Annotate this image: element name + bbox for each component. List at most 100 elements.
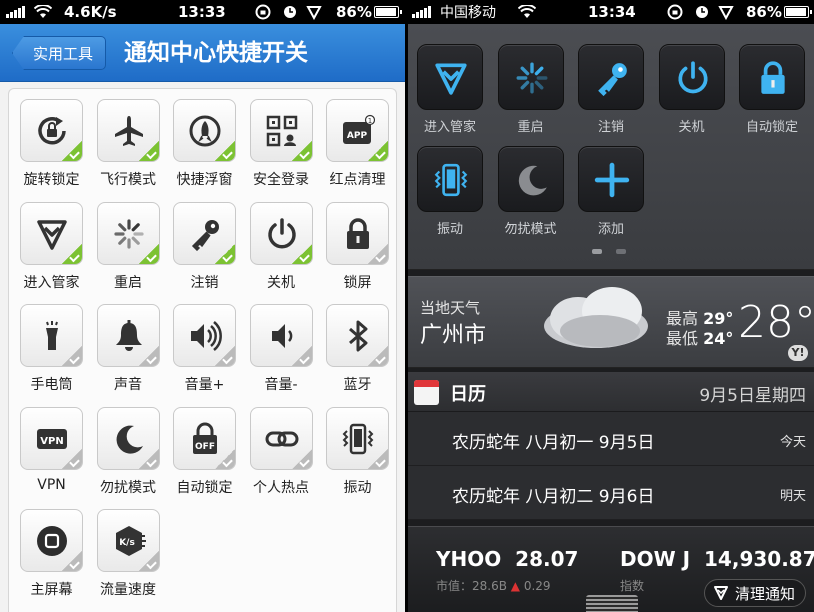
weather-widget[interactable]: 当地天气 广州市 最高 29° 最低 24° 28° Y! — [408, 276, 814, 368]
carrier-name: 中国移动 — [440, 5, 496, 21]
title-bar: 实用工具 通知中心快捷开关 — [0, 24, 405, 82]
quick-toggles-widget: 进入管家 重启 注销 关机 自动锁定振动 勿扰模式 添加 — [408, 24, 814, 270]
link-icon — [249, 406, 313, 470]
check-badge-icon — [61, 140, 82, 161]
nc-toggle-label: 振动 — [436, 222, 463, 237]
nc-toggle[interactable]: 注销 — [576, 44, 646, 139]
tool-tile[interactable]: K/s 流量速度 — [90, 502, 167, 604]
tool-tile[interactable]: 飞行模式 — [90, 92, 167, 194]
tool-tile[interactable]: 关机 — [243, 195, 320, 297]
plus-icon — [578, 146, 644, 212]
stock-dowj-sub: 指数 — [620, 579, 645, 593]
stock-yhoo-sub: 市值：28.6B ▲ 0.29 — [436, 579, 551, 593]
rocket-icon — [173, 99, 236, 162]
check-badge-icon — [137, 550, 159, 571]
svg-text:APP: APP — [347, 131, 368, 141]
nc-toggle[interactable]: 关机 — [657, 44, 727, 139]
tool-tile[interactable]: 振动 — [319, 400, 396, 502]
shield-icon — [20, 201, 83, 265]
check-badge-icon — [290, 242, 312, 264]
nc-toggle-label: 重启 — [517, 120, 544, 135]
wifi-icon — [34, 0, 52, 24]
calendar-event[interactable]: 农历蛇年 八月初一 9月5日 今天 — [408, 412, 814, 466]
stock-yhoo: YHOO 28.07 — [436, 547, 579, 571]
weather-label: 当地天气 — [420, 299, 481, 317]
check-badge-icon — [367, 140, 388, 161]
tool-tile[interactable]: 快捷浮窗 — [166, 92, 243, 194]
yahoo-logo: Y! — [788, 345, 808, 361]
rotation-lock-status-icon — [666, 0, 684, 24]
check-badge-icon — [137, 345, 159, 366]
nc-toggle-label: 关机 — [678, 120, 705, 135]
nc-toggle[interactable]: 重启 — [496, 44, 566, 139]
calendar-header: 日历 9月5日星期四 — [408, 372, 814, 412]
drag-handle[interactable] — [586, 595, 638, 612]
tool-tile[interactable]: 音量- — [243, 297, 320, 399]
stocks-widget[interactable]: YHOO 28.07 市值：28.6B ▲ 0.29 DOW J 14,930.… — [408, 526, 814, 612]
shield-icon — [713, 586, 728, 600]
check-badge-icon — [61, 447, 82, 469]
key-icon — [578, 44, 644, 110]
weather-city: 广州市 — [420, 323, 487, 348]
check-badge-icon — [61, 242, 82, 264]
page-indicator[interactable] — [592, 249, 626, 254]
location-icon — [306, 0, 322, 24]
nc-toggle[interactable]: 自动锁定 — [737, 44, 807, 139]
tool-tile[interactable]: 手电筒 — [13, 297, 90, 399]
tool-tile[interactable]: 蓝牙 — [319, 297, 396, 399]
tool-tile[interactable]: 旋转锁定 — [13, 92, 90, 194]
check-badge-icon — [137, 447, 159, 469]
check-badge-icon — [290, 345, 312, 366]
nc-toggle[interactable]: 添加 — [576, 146, 646, 241]
key-icon — [173, 201, 236, 265]
tool-label: 流量速度 — [100, 582, 156, 598]
clock: 13:33 — [178, 3, 226, 21]
event-text: 农历蛇年 八月初二 9月6日 — [452, 487, 655, 507]
tool-tile[interactable]: 个人热点 — [243, 400, 320, 502]
event-day: 明天 — [779, 489, 806, 504]
calendar-title: 日历 — [450, 384, 486, 405]
flashlight-icon — [20, 304, 83, 367]
volume-up-icon — [173, 304, 236, 367]
tool-tile[interactable]: APP 1 红点清理 — [319, 92, 396, 194]
check-badge-icon — [137, 242, 159, 264]
tool-tile[interactable]: 声音 — [90, 297, 167, 399]
lock-off-icon: OFF — [173, 406, 236, 470]
tool-tile[interactable]: 音量+ — [166, 297, 243, 399]
tools-panel: 4.6K/s 13:33 86% 实用工具 通知中心快捷开关 旋转锁定 飞行模式快… — [0, 0, 405, 612]
calendar-event[interactable]: 农历蛇年 八月初二 9月6日 明天 — [408, 466, 814, 520]
alarm-icon — [695, 0, 709, 24]
tool-label: 红点清理 — [329, 172, 386, 188]
qr-code-icon — [249, 99, 313, 162]
tool-tile[interactable]: VPN VPN — [13, 400, 90, 502]
vpn-icon: VPN — [20, 406, 83, 470]
rotation-lock-icon — [20, 99, 83, 162]
airplane-icon — [96, 99, 160, 162]
tool-tile[interactable]: 注销 — [166, 195, 243, 297]
nc-toggle[interactable]: 振动 — [415, 146, 485, 241]
back-button[interactable]: 实用工具 — [12, 36, 107, 70]
wifi-icon — [518, 0, 536, 24]
current-temperature: 28° — [738, 297, 814, 348]
signal-icon — [412, 0, 431, 24]
power-icon — [249, 201, 313, 265]
bluetooth-icon — [326, 304, 389, 367]
tool-label: 蓝牙 — [343, 377, 372, 393]
nc-toggle[interactable]: 勿扰模式 — [496, 146, 566, 241]
event-day: 今天 — [779, 435, 806, 450]
tool-tile[interactable]: 锁屏 — [319, 195, 396, 297]
clear-notifications-button[interactable]: 清理通知 — [703, 579, 806, 607]
tool-tile[interactable]: 勿扰模式 — [90, 400, 167, 502]
weather-low: 最低 24° — [666, 329, 734, 348]
spinner-icon — [96, 201, 160, 265]
tool-tile[interactable]: 安全登录 — [243, 92, 320, 194]
nc-toggle[interactable]: 进入管家 — [415, 44, 485, 139]
tool-tile[interactable]: 主屏幕 — [13, 502, 90, 604]
tool-tile[interactable]: 重启 — [90, 195, 167, 297]
signal-icon — [6, 0, 25, 24]
check-badge-icon — [214, 242, 235, 264]
tool-tile[interactable]: OFF 自动锁定 — [166, 400, 243, 502]
check-badge-icon — [137, 140, 159, 161]
calendar-widget[interactable]: 日历 9月5日星期四 农历蛇年 八月初一 9月5日 今天 农历蛇年 八月初二 9… — [408, 372, 814, 520]
tool-tile[interactable]: 进入管家 — [13, 195, 90, 297]
